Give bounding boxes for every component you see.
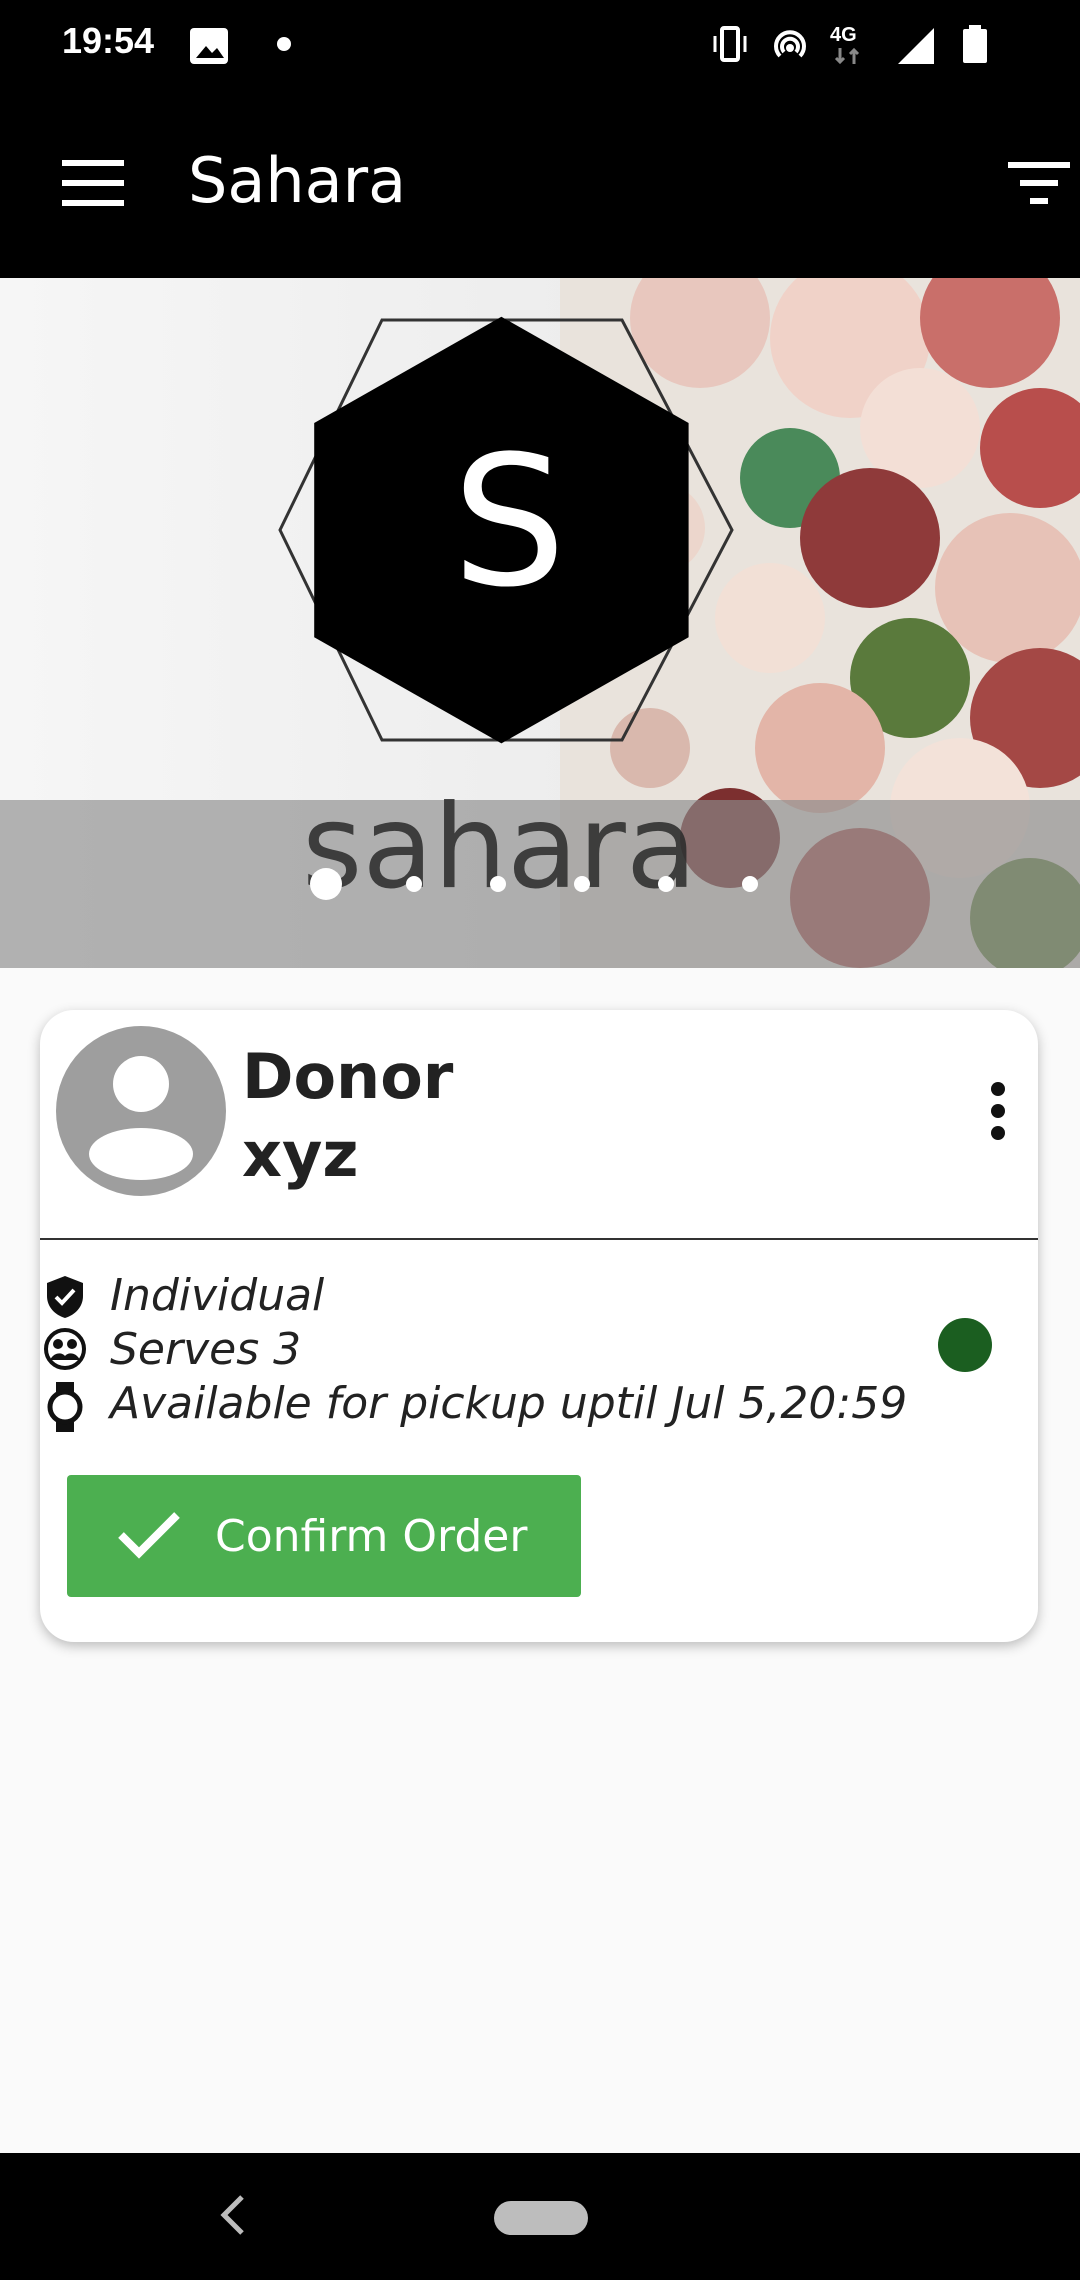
avatar-icon <box>56 1026 226 1196</box>
system-nav-bar <box>0 2153 1080 2280</box>
donation-card[interactable]: Donor xyz Individual Serves 3 Available … <box>40 1010 1038 1642</box>
vibrate-icon <box>713 26 747 62</box>
battery-icon <box>963 25 987 63</box>
banner-carousel[interactable]: S sahara <box>0 278 1080 968</box>
carousel-dot-3[interactable] <box>490 876 506 892</box>
image-icon <box>190 28 228 64</box>
confirm-order-label: Confirm Order <box>215 1511 528 1562</box>
dot-icon <box>277 37 291 51</box>
status-bar: 19:54 4G <box>0 0 1080 90</box>
carousel-dot-2[interactable] <box>406 876 422 892</box>
carousel-dot-1[interactable] <box>310 868 342 900</box>
availability-status-dot <box>938 1318 992 1372</box>
hotspot-icon <box>774 30 806 58</box>
donor-name-last: xyz <box>242 1118 359 1191</box>
filter-icon[interactable] <box>1008 158 1070 208</box>
signal-icon <box>898 28 934 64</box>
verified-shield-icon <box>47 1276 83 1318</box>
status-time: 19:54 <box>62 20 155 61</box>
home-pill[interactable] <box>494 2201 588 2235</box>
card-divider <box>40 1238 1038 1240</box>
serves-text: Serves 3 <box>110 1324 302 1375</box>
back-icon[interactable] <box>218 2193 248 2237</box>
donor-name-first: Donor <box>242 1040 454 1113</box>
check-icon <box>118 1512 180 1559</box>
availability-text: Available for pickup uptil Jul 5,20:59 <box>110 1378 908 1429</box>
carousel-dot-5[interactable] <box>658 876 674 892</box>
confirm-order-button[interactable]: Confirm Order <box>67 1475 581 1597</box>
app-title: Sahara <box>188 144 407 217</box>
network-label: 4G <box>830 24 857 46</box>
carousel-indicators <box>310 868 770 900</box>
carousel-dot-4[interactable] <box>574 876 590 892</box>
status-right-icons: 4G <box>710 24 1040 68</box>
carousel-dot-6[interactable] <box>742 876 758 892</box>
menu-icon[interactable] <box>62 160 126 206</box>
more-options-icon[interactable] <box>988 1082 1008 1142</box>
group-icon <box>44 1328 86 1370</box>
app-bar: Sahara <box>0 90 1080 278</box>
4g-icon: 4G <box>828 24 868 68</box>
donor-type-text: Individual <box>110 1270 325 1321</box>
watch-icon <box>47 1382 83 1432</box>
logo-letter: S <box>452 418 567 627</box>
